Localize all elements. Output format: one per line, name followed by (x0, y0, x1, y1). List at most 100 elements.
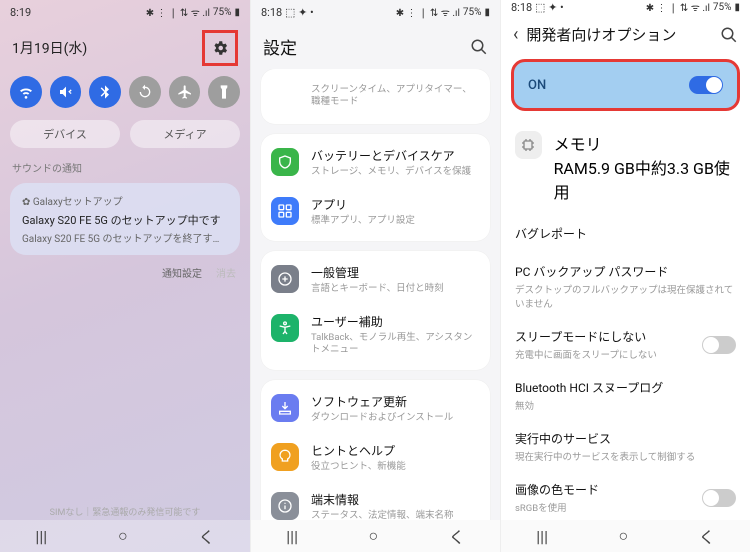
nav-recent[interactable]: ||| (35, 527, 47, 546)
nav-recent[interactable]: ||| (286, 527, 298, 546)
row-title: 実行中のサービス (515, 430, 736, 447)
status-time: 8:18 ⬚ ✦ • (261, 6, 314, 19)
item-title: ヒントとヘルプ (311, 442, 480, 459)
row-toggle[interactable] (702, 336, 736, 354)
item-sub: 標準アプリ、アプリ設定 (311, 215, 480, 227)
date-label: 1月19日(水) (12, 38, 87, 58)
memory-row[interactable]: メモリ RAM5.9 GB中約3.3 GB使用 (501, 121, 750, 213)
sound-toggle[interactable] (50, 76, 82, 108)
update-icon (271, 394, 299, 422)
search-icon (470, 38, 488, 56)
back-button[interactable]: ‹ (513, 24, 518, 45)
item-title: バッテリーとデバイスケア (311, 147, 480, 164)
nav-back[interactable]: く (199, 524, 215, 548)
devices-chip[interactable]: デバイス (10, 120, 120, 148)
developer-options-screen: 8:18 ⬚ ✦ • ✱ ⋮ ❘ ⇅ ᯤ .ıl75%▮ ‹ 開発者向けオプショ… (500, 0, 750, 552)
page-title: 開発者向けオプション (526, 24, 712, 45)
settings-item-a11y[interactable]: ユーザー補助TalkBack、モノラル再生、アシスタントメニュー (261, 304, 490, 366)
nav-home[interactable]: ○ (369, 526, 379, 546)
status-bar: 8:18 ⬚ ✦ • ✱ ⋮ ❘ ⇅ ᯤ .ıl75%▮ (251, 0, 500, 24)
notif-app-name: ✿ Galaxyセットアップ (22, 193, 228, 208)
nav-home[interactable]: ○ (118, 526, 128, 546)
settings-item-truncated[interactable]: スクリーンタイム、アプリタイマー、職種モード (261, 73, 490, 120)
row-toggle[interactable] (702, 489, 736, 507)
row-sub: sRGBを使用 (515, 500, 599, 514)
master-toggle-row[interactable]: ON (511, 59, 740, 111)
item-title: 端末情報 (311, 491, 480, 508)
nav-bar: ||| ○ く (0, 520, 250, 552)
apps-icon (271, 197, 299, 225)
item-sub: 役立つヒント、新機能 (311, 461, 480, 473)
nav-bar: ||| ○ く (501, 520, 750, 552)
bluetooth-icon (97, 84, 113, 100)
dev-option-row-1[interactable]: PC バックアップ パスワードデスクトップのフルバックアップは現在保護されていま… (501, 254, 750, 319)
memory-title: メモリ (554, 131, 736, 155)
a11y-icon (271, 314, 299, 342)
notif-clear-link[interactable]: 消去 (216, 265, 236, 280)
page-title: 設定 (263, 34, 462, 59)
item-sub: 言語とキーボード、日付と時刻 (311, 283, 480, 295)
master-toggle[interactable] (689, 76, 723, 94)
item-title: ソフトウェア更新 (311, 393, 480, 410)
settings-item-tips[interactable]: ヒントとヘルプ役立つヒント、新機能 (261, 433, 490, 482)
memory-sub: RAM5.9 GB中約3.3 GB使用 (554, 155, 736, 203)
tips-icon (271, 443, 299, 471)
settings-gear-button[interactable] (202, 30, 238, 66)
airplane-toggle[interactable] (169, 76, 201, 108)
memory-icon (515, 131, 542, 159)
dev-option-row-5[interactable]: 画像の色モード sRGBを使用 (501, 472, 750, 523)
item-title: 一般管理 (311, 264, 480, 281)
nav-back[interactable]: く (449, 524, 465, 548)
row-title: Bluetooth HCI スヌープログ (515, 379, 736, 396)
row-title: スリープモードにしない (515, 328, 657, 345)
item-sub: ダウンロードおよびインストール (311, 412, 480, 424)
row-title: バグレポート (515, 222, 736, 245)
notif-settings-link[interactable]: 通知設定 (162, 265, 202, 280)
flashlight-icon (216, 84, 232, 100)
nav-home[interactable]: ○ (619, 526, 629, 546)
settings-item-care[interactable]: バッテリーとデバイスケアストレージ、メモリ、デバイスを保護 (261, 138, 490, 187)
search-button[interactable] (720, 26, 738, 44)
search-button[interactable] (470, 38, 488, 56)
item-title: ユーザー補助 (311, 313, 480, 330)
battery-icon: ▮ (734, 2, 740, 13)
settings-item-apps[interactable]: アプリ標準アプリ、アプリ設定 (261, 187, 490, 236)
battery-icon: ▮ (484, 7, 490, 18)
item-title: アプリ (311, 196, 480, 213)
master-toggle-label: ON (528, 78, 546, 93)
settings-item-update[interactable]: ソフトウェア更新ダウンロードおよびインストール (261, 384, 490, 433)
item-sub: ストレージ、メモリ、デバイスを保護 (311, 166, 480, 178)
dev-option-row-3[interactable]: Bluetooth HCI スヌープログ無効 (501, 370, 750, 421)
row-title: PC バックアップ パスワード (515, 263, 736, 280)
nav-bar: ||| ○ く (251, 520, 500, 552)
notif-title: Galaxy S20 FE 5G のセットアップ中です (22, 212, 228, 228)
settings-screen: 8:18 ⬚ ✦ • ✱ ⋮ ❘ ⇅ ᯤ .ıl75%▮ 設定 スクリーンタイム… (250, 0, 500, 552)
media-chip[interactable]: メディア (130, 120, 240, 148)
status-bar: 8:19 ✱ ⋮ ❘ ⇅ ᯤ .ıl 75% ▮ (0, 0, 250, 24)
bluetooth-toggle[interactable] (89, 76, 121, 108)
wifi-icon (18, 84, 34, 100)
row-sub: 無効 (515, 398, 736, 412)
wifi-toggle[interactable] (10, 76, 42, 108)
dev-option-row-4[interactable]: 実行中のサービス現在実行中のサービスを表示して制御する (501, 421, 750, 472)
search-icon (720, 26, 738, 44)
row-sub: 充電中に画面をスリープにしない (515, 347, 657, 361)
rotate-toggle[interactable] (129, 76, 161, 108)
mute-icon (58, 84, 74, 100)
row-title: 画像の色モード (515, 481, 599, 498)
settings-item-gen[interactable]: 一般管理言語とキーボード、日付と時刻 (261, 255, 490, 304)
care-icon (271, 148, 299, 176)
status-time: 8:19 (10, 6, 31, 19)
nav-back[interactable]: く (699, 524, 715, 548)
dev-option-row-0[interactable]: バグレポート (501, 213, 750, 254)
notification-card[interactable]: ✿ Galaxyセットアップ Galaxy S20 FE 5G のセットアップ中… (10, 183, 240, 255)
flashlight-toggle[interactable] (208, 76, 240, 108)
gear-icon (211, 39, 229, 57)
quick-settings-row (0, 72, 250, 112)
about-icon (271, 492, 299, 520)
nav-recent[interactable]: ||| (536, 527, 548, 546)
battery-icon: ▮ (234, 7, 240, 18)
dev-option-row-2[interactable]: スリープモードにしない充電中に画面をスリープにしない (501, 319, 750, 370)
gen-icon (271, 265, 299, 293)
sim-status: SIMなし｜緊急通報のみ発信可能です (0, 505, 250, 518)
